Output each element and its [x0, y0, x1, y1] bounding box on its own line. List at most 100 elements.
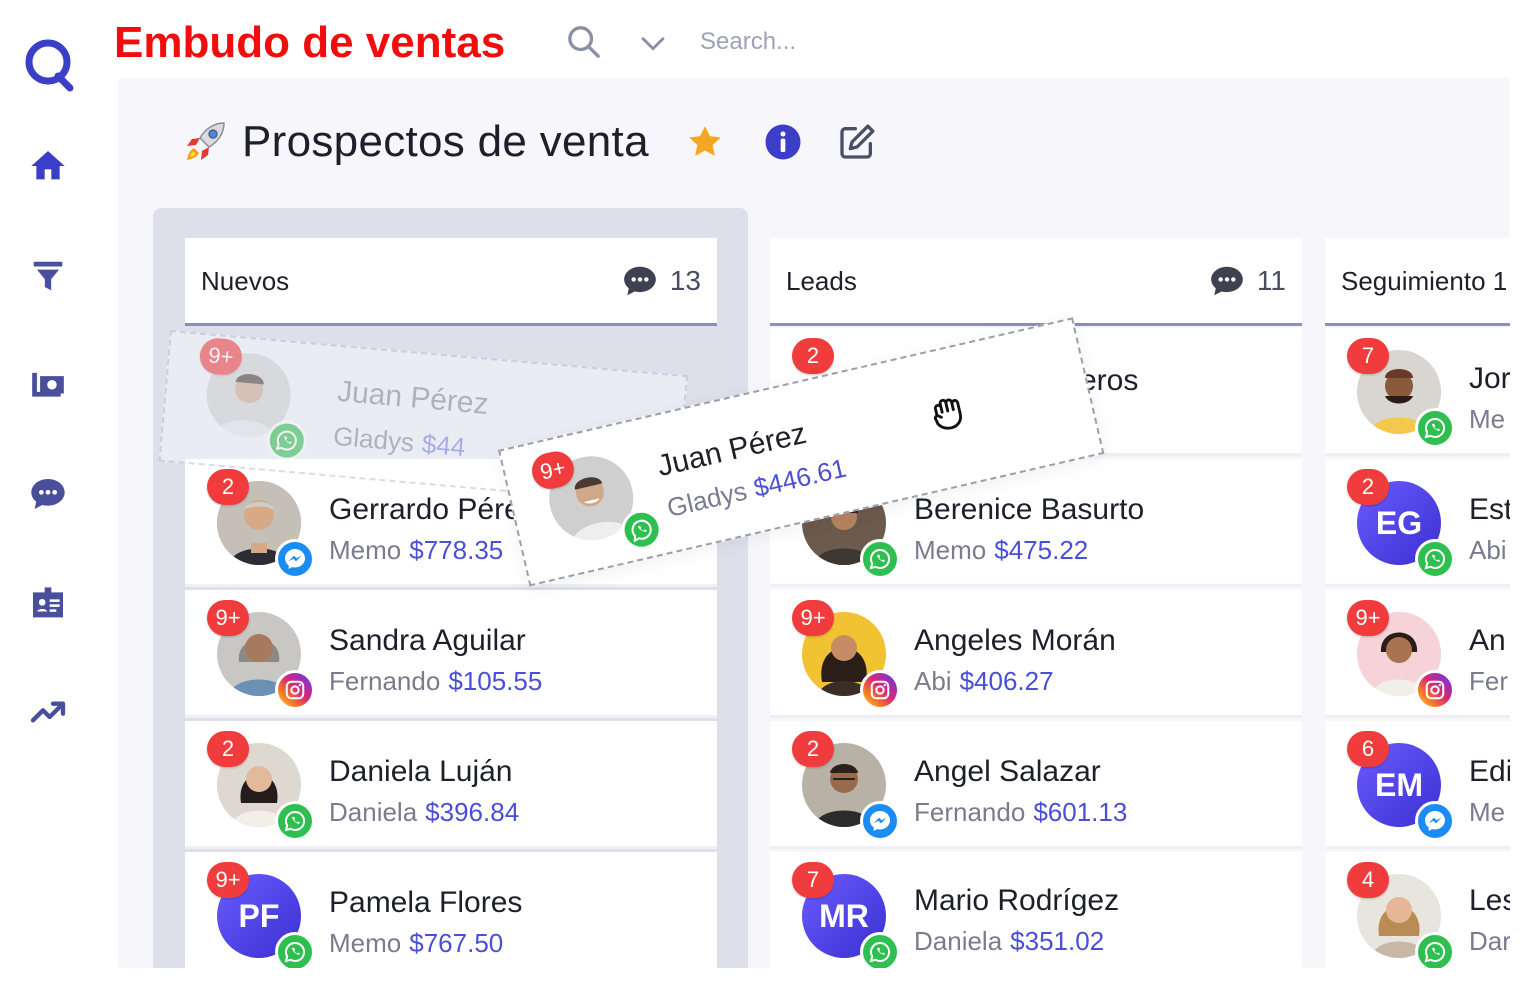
avatar: PF 9+ [207, 862, 315, 968]
brand-title: Embudo de ventas [114, 18, 506, 67]
owner-name: Me [1469, 797, 1506, 827]
lead-card[interactable]: 2 Daniela Luján Daniela $396.84 [185, 721, 717, 849]
sidebar-item-home[interactable] [24, 142, 72, 190]
owner-name: Fernando [329, 666, 441, 696]
deal-amount: $406.27 [959, 666, 1054, 696]
column-header: Nuevos 13 [185, 238, 717, 326]
unread-badge: 9+ [1347, 600, 1389, 636]
sidebar-item-funnel[interactable] [24, 252, 72, 300]
column-header: Seguimiento 1 [1325, 238, 1510, 326]
sidebar-item-chat[interactable] [24, 470, 72, 518]
avatar: 9+ [792, 600, 900, 710]
lead-card[interactable]: PF 9+ Pamela Flores Memo $767.50 [185, 852, 717, 968]
owner-name: Me [1469, 404, 1506, 434]
deal-info: Gladys $44 [332, 420, 466, 463]
avatar: 2 [207, 731, 315, 841]
owner-name: Abi [914, 666, 952, 696]
sidebar-item-reports[interactable] [24, 688, 72, 736]
chat-bubble-icon [1211, 266, 1243, 296]
contact-name: Mario Rodrígez [914, 884, 1120, 917]
sidebar-item-media[interactable] [24, 360, 72, 408]
avatar: 9+ [198, 336, 309, 463]
column-seguimiento: Seguimiento 1 7 Jor Me EG 2 Est Abi 9+ A… [1325, 238, 1510, 968]
search-icon[interactable] [564, 22, 604, 62]
owner-name: Memo [914, 535, 987, 565]
contact-name: Juan Pérez [335, 374, 490, 421]
avatar: 9+ [1347, 600, 1455, 710]
favorite-button[interactable] [683, 120, 727, 164]
deal-amount: $105.55 [448, 666, 543, 696]
deal-info: Abi $406.27 [914, 666, 1054, 697]
avatar: 7 [1347, 338, 1455, 448]
chat-icon [31, 479, 65, 509]
owner-name: Abi [1469, 535, 1507, 565]
deal-amount: $396.84 [425, 797, 520, 827]
sidebar-item-contacts[interactable] [24, 580, 72, 628]
messenger-icon [275, 539, 315, 579]
avatar: 9+ [207, 600, 315, 710]
avatar: MR 7 [792, 862, 900, 968]
page-header: Prospectos de venta [180, 112, 879, 172]
lead-card[interactable]: 4 Les Dar [1325, 852, 1510, 968]
deal-info: Memo $778.35 [329, 535, 503, 566]
lead-card[interactable]: 7 Jor Me [1325, 328, 1510, 456]
column-count-value: 11 [1256, 265, 1286, 296]
instagram-icon [275, 670, 315, 710]
avatar: 4 [1347, 862, 1455, 968]
owner-name: Fernando [914, 797, 1026, 827]
avatar: 2 [207, 469, 315, 579]
whatsapp-icon [1415, 932, 1455, 968]
lead-card[interactable]: EG 2 Est Abi [1325, 459, 1510, 587]
edit-button[interactable] [835, 120, 879, 164]
lead-card[interactable]: 9+ Angeles Morán Abi $406.27 [770, 590, 1302, 718]
contact-card-icon [33, 587, 63, 618]
camera-folder-icon [32, 372, 64, 397]
contact-name: Berenice Basurto [914, 493, 1145, 526]
info-button[interactable] [761, 120, 805, 164]
unread-badge: 9+ [792, 600, 834, 636]
unread-badge: 2 [792, 731, 834, 767]
lead-card[interactable]: MR 7 Mario Rodrígez Daniela $351.02 [770, 852, 1302, 968]
instagram-icon [860, 670, 900, 710]
edit-icon [840, 124, 875, 159]
contact-name: Angel Salazar [914, 755, 1101, 788]
deal-info: Me [1469, 404, 1505, 435]
lead-card[interactable]: 9+ Sandra Aguilar Fernando $105.55 [185, 590, 717, 718]
lead-card[interactable]: 9+ An Fer [1325, 590, 1510, 718]
contact-name: Les [1469, 884, 1510, 917]
grab-cursor-icon [933, 398, 963, 430]
owner-name: Dar [1469, 926, 1510, 956]
unread-badge: 7 [1347, 338, 1389, 374]
column-title: Seguimiento 1 [1341, 266, 1508, 296]
deal-info: Fer [1469, 666, 1508, 697]
unread-badge: 2 [207, 469, 249, 505]
unread-badge: 7 [792, 862, 834, 898]
deal-info: Fernando $105.55 [329, 666, 542, 697]
info-icon [765, 124, 801, 160]
contact-name: An [1469, 624, 1506, 657]
owner-name: Gladys [332, 420, 416, 458]
column-count: 13 [620, 262, 701, 300]
deal-info: Dar [1469, 926, 1510, 957]
unread-badge: 9+ [207, 600, 249, 636]
owner-name: Memo [329, 928, 402, 958]
owner-name: Daniela [914, 926, 1003, 956]
funnel-icon [33, 261, 63, 291]
unread-badge: 6 [1347, 731, 1389, 767]
column-title: Leads [786, 266, 857, 296]
app-logo-icon[interactable] [22, 36, 76, 92]
column-header: Leads 11 [770, 238, 1302, 326]
avatar: EG 2 [1347, 469, 1455, 579]
lead-card[interactable]: EM 6 Edi Me [1325, 721, 1510, 849]
lead-card[interactable]: 2 Angel Salazar Fernando $601.13 [770, 721, 1302, 849]
star-icon [689, 126, 721, 156]
search-input[interactable] [700, 20, 1020, 64]
contact-name: Jor [1469, 362, 1510, 395]
deal-info: Memo $767.50 [329, 928, 503, 959]
deal-info: Daniela $396.84 [329, 797, 519, 828]
unread-badge: 2 [792, 338, 834, 374]
chevron-down-icon[interactable] [636, 26, 670, 60]
sidebar [0, 0, 118, 984]
whatsapp-icon [1415, 539, 1455, 579]
deal-amount: $778.35 [409, 535, 504, 565]
